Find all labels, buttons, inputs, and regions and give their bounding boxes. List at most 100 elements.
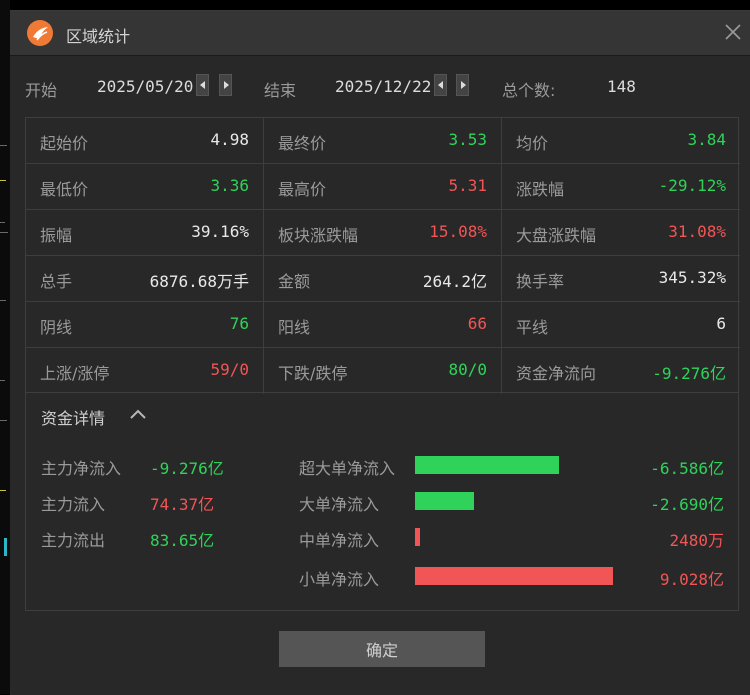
stat-value: 76 (229, 314, 249, 333)
title-bar: 区域统计 (10, 11, 750, 56)
stat-cell: 换手率 345.32% (502, 256, 740, 302)
stat-cell: 最终价 3.53 (264, 118, 502, 164)
stat-cell: 平线 6 (502, 302, 740, 348)
stat-label: 板块涨跌幅 (278, 226, 359, 245)
stat-value: 15.08% (429, 222, 487, 241)
stat-label: 最高价 (278, 180, 327, 199)
background-chart-strip (0, 0, 10, 694)
stat-value: 66 (467, 314, 487, 333)
stat-label: 下跌/跌停 (278, 364, 348, 383)
caret-right-icon (224, 81, 229, 89)
stat-label: 金额 (278, 272, 311, 291)
stat-label: 起始价 (40, 134, 89, 153)
stat-value: 31.08% (668, 222, 726, 241)
stat-value: 80/0 (448, 360, 487, 379)
stat-value: 3.53 (448, 130, 487, 149)
stat-value: 5.31 (448, 176, 487, 195)
background-mark (4, 538, 7, 556)
stat-label: 资金净流向 (516, 364, 597, 383)
order-flow-value: 2480万 (669, 531, 724, 550)
start-date-prev-button[interactable] (196, 74, 209, 96)
stat-cell: 阳线 66 (264, 302, 502, 348)
chevron-up-icon[interactable] (130, 409, 146, 419)
order-flow-label: 中单净流入 (299, 531, 380, 550)
start-date-next-button[interactable] (219, 74, 232, 96)
background-mark (0, 380, 5, 381)
stat-value: 6 (716, 314, 726, 333)
stat-cell: 大盘涨跌幅 31.08% (502, 210, 740, 256)
order-flow-bar (415, 492, 474, 510)
background-mark (0, 232, 8, 233)
stat-cell: 总手 6876.68万手 (26, 256, 264, 302)
background-mark (0, 300, 6, 301)
order-flow-bar (415, 567, 613, 585)
stat-cell: 上涨/涨停 59/0 (26, 348, 264, 394)
order-flow-label: 大单净流入 (299, 495, 380, 514)
order-flow-bar (415, 528, 420, 546)
stat-label: 阳线 (278, 318, 311, 337)
main-flow-label: 主力流出 (41, 531, 106, 550)
background-mark (0, 145, 7, 146)
stat-cell: 涨跌幅 -29.12% (502, 164, 740, 210)
start-date-value[interactable]: 2025/05/20 (97, 77, 193, 96)
app-logo-icon (27, 20, 53, 46)
count-label: 总个数: (502, 81, 556, 100)
end-label: 结束 (264, 81, 297, 100)
window-title: 区域统计 (66, 27, 131, 46)
stat-value: 3.84 (687, 130, 726, 149)
stat-label: 换手率 (516, 272, 565, 291)
stat-label: 最终价 (278, 134, 327, 153)
stat-cell: 振幅 39.16% (26, 210, 264, 256)
stat-label: 总手 (40, 272, 73, 291)
stat-cell: 最高价 5.31 (264, 164, 502, 210)
end-date-value[interactable]: 2025/12/22 (335, 77, 431, 96)
count-value: 148 (607, 77, 636, 96)
main-flow-value: 74.37亿 (150, 495, 215, 514)
stat-value: 3.36 (210, 176, 249, 195)
stat-cell: 最低价 3.36 (26, 164, 264, 210)
end-date-prev-button[interactable] (434, 74, 447, 96)
main-flow-value: -9.276亿 (150, 459, 224, 478)
stat-label: 振幅 (40, 226, 73, 245)
start-label: 开始 (25, 81, 58, 100)
ok-button[interactable]: 确定 (279, 631, 485, 667)
stat-cell: 资金净流向 -9.276亿 (502, 348, 740, 394)
stat-value: 39.16% (191, 222, 249, 241)
stat-value: -9.276亿 (652, 364, 726, 383)
order-flow-value: -2.690亿 (650, 495, 724, 514)
fund-details-title: 资金详情 (41, 409, 106, 428)
main-flow-label: 主力净流入 (41, 459, 122, 478)
background-mark (0, 490, 6, 491)
stat-label: 最低价 (40, 180, 89, 199)
end-date-next-button[interactable] (456, 74, 469, 96)
region-stats-dialog: 区域统计 开始 2025/05/20 结束 2025/12/22 总个数: 14… (10, 10, 750, 695)
order-flow-label: 超大单净流入 (299, 459, 396, 478)
order-flow-bar (415, 456, 559, 474)
stat-cell: 下跌/跌停 80/0 (264, 348, 502, 394)
stat-label: 涨跌幅 (516, 180, 565, 199)
order-flow-label: 小单净流入 (299, 570, 380, 589)
main-flow-label: 主力流入 (41, 495, 106, 514)
caret-left-icon (200, 81, 205, 89)
background-mark (0, 222, 5, 223)
stat-value: -29.12% (658, 176, 726, 195)
stat-label: 平线 (516, 318, 549, 337)
stat-label: 均价 (516, 134, 549, 153)
order-flow-value: 9.028亿 (659, 570, 724, 589)
close-icon[interactable] (724, 23, 742, 41)
stat-value: 4.98 (210, 130, 249, 149)
stat-cell: 阴线 76 (26, 302, 264, 348)
stats-grid: 起始价 4.98 最终价 3.53 均价 3.84 最低价 3.36 最高价 5.31 涨跌幅 -29… (25, 117, 740, 394)
caret-left-icon (438, 81, 443, 89)
main-flow-value: 83.65亿 (150, 531, 215, 550)
stat-value: 264.2亿 (422, 272, 487, 291)
stat-label: 阴线 (40, 318, 73, 337)
order-flow-value: -6.586亿 (650, 459, 724, 478)
background-mark (0, 180, 6, 181)
stat-value: 6876.68万手 (149, 272, 249, 291)
stat-cell: 起始价 4.98 (26, 118, 264, 164)
stat-label: 上涨/涨停 (40, 364, 110, 383)
stat-label: 大盘涨跌幅 (516, 226, 597, 245)
background-mark (0, 420, 7, 421)
caret-right-icon (461, 81, 466, 89)
